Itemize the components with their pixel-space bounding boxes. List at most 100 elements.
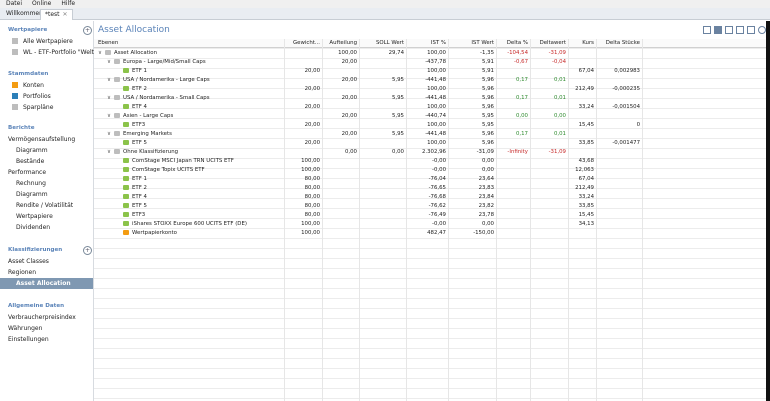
row-value-cell: 0,00 [344,149,357,155]
row-value-cell [322,166,357,175]
chevron-down-icon[interactable]: ∨ [107,94,114,103]
menu-item-online[interactable]: Online [32,0,51,8]
row-value-cell: 0,17 [515,95,528,101]
row-value-cell: 0 [636,122,640,128]
sidebar-item[interactable]: Einstellungen [8,334,94,345]
table-row[interactable]: ETF 1 20,00 100,00 5,91 67,04 0,002983 [94,67,770,76]
column-header[interactable]: Ebenen [98,39,282,48]
table-row[interactable]: ComStage Topix UCITS ETF 100,00 -0,00 0,00 1… [94,166,770,175]
chevron-down-icon[interactable]: ∨ [98,49,105,58]
table-row[interactable]: ETF 2 20,00 100,00 5,96 212,49 -0,000235 [94,85,770,94]
column-header[interactable]: Kurs [568,39,594,48]
column-header[interactable]: Deltawert [530,39,566,48]
sidebar-item[interactable]: Regionen [8,267,94,278]
menu-item-datei[interactable]: Datei [6,0,22,8]
column-header[interactable]: IST % [406,39,446,48]
tab-test[interactable]: *test ✕ [40,9,73,20]
table-view-icon[interactable] [736,26,744,34]
row-value-cell [496,85,528,94]
column-divider [448,39,449,401]
row-value-cell: 100,00 [427,140,446,146]
table-row[interactable]: ∨ Emerging Markets 20,00 5,95 -441,48 5,96 0,1… [94,130,770,139]
add-icon[interactable]: + [83,246,92,255]
column-header[interactable]: IST Wert [448,39,494,48]
grid-view-icon[interactable] [725,26,733,34]
sidebar-item[interactable]: Asset Allocation [0,278,93,289]
table-row[interactable]: ComStage MSCI Japan TRN UCITS ETF 100,00 -… [94,157,770,166]
column-divider [406,39,407,401]
table-row[interactable]: ∨ Europa - Large/Mid/Small Caps 20,00 -437,… [94,58,770,67]
column-header[interactable]: Aufteilung [322,39,357,48]
row-value-cell: 5,96 [481,95,494,101]
column-header[interactable]: Delta Stücke [596,39,640,48]
row-value-cell [322,211,357,220]
column-header[interactable]: SOLL Wert [359,39,404,48]
row-value-cell: 5,96 [481,131,494,137]
close-icon[interactable]: ✕ [63,11,68,18]
table-row[interactable]: ∨ Asset Allocation 100,00 29,74 100,00 -1,35 -… [94,49,770,58]
chevron-down-icon[interactable]: ∨ [107,76,114,85]
column-header[interactable]: Gewicht... [284,39,320,48]
row-value-cell [530,166,566,175]
chevron-down-icon[interactable]: ∨ [107,148,114,157]
chevron-down-icon[interactable]: ∨ [107,112,114,121]
row-value-cell [322,67,357,76]
sidebar-item[interactable]: Vermögensaufstellung [8,134,94,145]
sidebar-item[interactable]: WL - ETF-Portfolio "Welt" [8,47,97,58]
row-value-cell [284,148,320,157]
table-row[interactable]: ETF 4 20,00 100,00 5,96 33,24 -0,001504 [94,103,770,112]
list-view-icon[interactable] [703,26,711,34]
sidebar-item[interactable]: Sparpläne [8,102,94,113]
row-value-cell [530,211,566,220]
row-value-cell: 212,49 [575,86,594,92]
sidebar-item[interactable]: Asset Classes [8,256,94,267]
table-row[interactable]: ETF 5 80,00 -76,62 23,82 33,85 [94,202,770,211]
row-value-cell: 5,95 [481,122,494,128]
row-name: ComStage Topix UCITS ETF [132,167,205,173]
table-row[interactable]: ETF3 20,00 100,00 5,95 15,45 0 [94,121,770,130]
sidebar-section-title: Wertpapiere [8,27,48,33]
add-icon[interactable]: + [83,26,92,35]
sidebar-item[interactable]: Portfolios [8,91,94,102]
table-row[interactable]: ∨ Ohne Klassifizierung 0,00 0,00 2.302,96 -31… [94,148,770,157]
sidebar-item[interactable]: Performance [8,167,94,178]
table-row[interactable]: ∨ USA / Nordamerika - Small Caps 20,00 5,95… [94,94,770,103]
table-row[interactable]: Wertpapierkonto 100,00 482,47 -150,00 [94,229,770,238]
sidebar-item[interactable]: Diagramm [8,145,94,156]
sidebar-item[interactable]: Rendite / Volatilität [8,200,94,211]
table-row[interactable]: ETF 4 80,00 -76,68 23,84 33,24 [94,193,770,202]
row-value-cell: -0,67 [514,59,528,65]
row-value-cell: 67,04 [578,176,594,182]
menu-item-hilfe[interactable]: Hilfe [61,0,75,8]
table-row[interactable]: iShares STOXX Europe 600 UCITS ETF (DE) 1… [94,220,770,229]
table-row[interactable]: ETF3 80,00 -76,49 23,78 15,45 [94,211,770,220]
row-value-cell: -0,04 [552,59,566,65]
column-header[interactable]: Delta % [496,39,528,48]
sidebar-item[interactable]: Rechnung [8,178,94,189]
sidebar-item[interactable]: Diagramm [8,189,94,200]
sidebar-item-label: Bestände [16,158,45,165]
chevron-down-icon[interactable]: ∨ [107,130,114,139]
sidebar-item[interactable]: Alle Wertpapiere [8,36,94,47]
gear-icon[interactable] [758,26,766,34]
chart-view-icon[interactable] [747,26,755,34]
sidebar-item[interactable]: Währungen [8,323,94,334]
table-row[interactable]: ETF 5 20,00 100,00 5,96 33,85 -0,001477 [94,139,770,148]
row-value-cell [568,76,594,85]
sidebar-item[interactable]: Bestände [8,156,94,167]
sidebar-item[interactable]: Dividenden [8,222,94,233]
sidebar-item[interactable]: Konten [8,80,94,91]
sidebar-item[interactable]: Verbraucherpreisindex [8,312,94,323]
row-name: Asien - Large Caps [123,113,174,119]
row-value-cell: 0,00 [553,113,566,119]
tree-view-icon[interactable] [714,26,722,34]
sidebar-item-label: Dividenden [16,224,51,231]
chevron-down-icon[interactable]: ∨ [107,58,114,67]
table-row[interactable]: ∨ Asien - Large Caps 20,00 5,95 -440,74 5,95 0… [94,112,770,121]
sidebar-item[interactable]: Wertpapiere [8,211,94,222]
table-row[interactable]: ETF 2 80,00 -76,65 23,83 212,49 [94,184,770,193]
table-row[interactable]: ∨ USA / Nordamerika - Large Caps 20,00 5,95… [94,76,770,85]
security-icon [123,121,129,127]
row-value-cell: 33,85 [578,203,594,209]
table-row[interactable]: ETF 1 80,00 -76,04 23,64 67,04 [94,175,770,184]
